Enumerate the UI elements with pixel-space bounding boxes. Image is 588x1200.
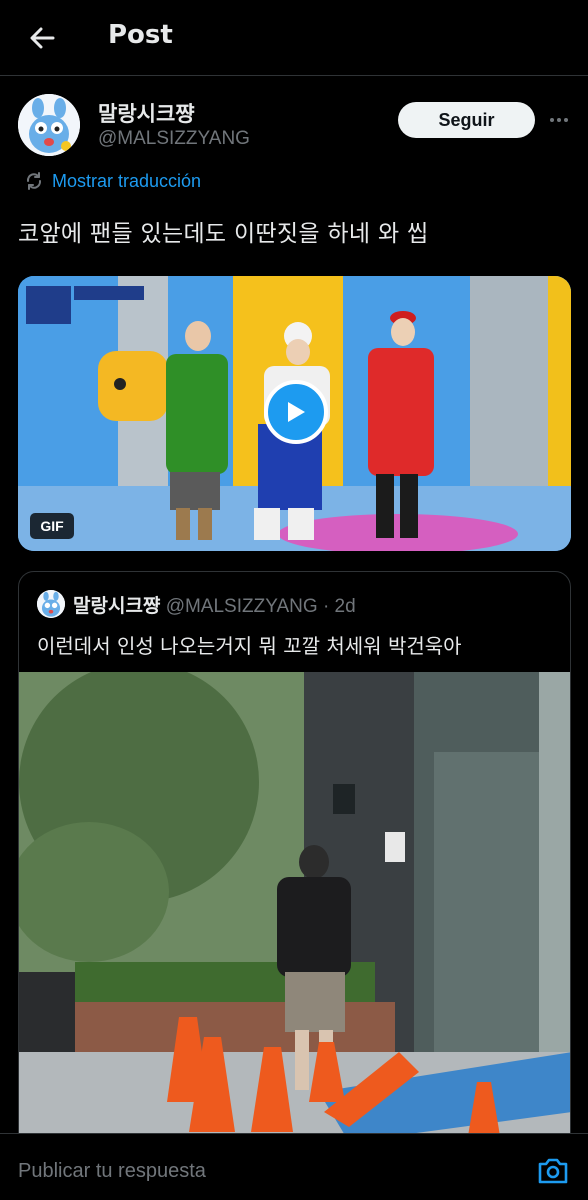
- mascot-avatar-image: [18, 94, 80, 156]
- post-author: 말랑시크쨩 @MALSIZZYANG Seguir: [18, 94, 570, 160]
- play-icon: [288, 402, 305, 422]
- more-dot: [557, 118, 561, 122]
- street-scene-image: [19, 672, 570, 1170]
- avatar[interactable]: [18, 94, 80, 156]
- post-text: 코앞에 팬들 있는데도 이딴짓을 하네 와 씹: [18, 221, 429, 247]
- top-bar: Post: [0, 0, 588, 76]
- back-button[interactable]: [22, 18, 62, 58]
- more-dots-icon: [550, 118, 554, 122]
- quoted-post[interactable]: 말랑시크쨩 @MALSIZZYANG · 2d 이런데서 인성 나오는거지 뭐 …: [18, 571, 571, 1171]
- follow-button[interactable]: Seguir: [398, 102, 535, 138]
- translate-icon: [26, 172, 42, 190]
- post-gif-media[interactable]: GIF: [18, 276, 571, 551]
- camera-button[interactable]: [537, 1156, 569, 1186]
- play-button[interactable]: [264, 380, 328, 444]
- quoted-post-text: 이런데서 인성 나오는거지 뭐 꼬깔 처세워 박건욱아: [37, 634, 462, 658]
- quoted-post-media[interactable]: [19, 672, 570, 1170]
- reply-composer: Publicar tu respuesta: [0, 1133, 588, 1200]
- show-translation-label: Mostrar traducción: [52, 170, 202, 191]
- gif-badge: GIF: [30, 513, 74, 539]
- more-dot: [564, 118, 568, 122]
- author-name[interactable]: 말랑시크쨩: [98, 98, 195, 128]
- page-title: Post: [108, 20, 173, 50]
- reply-input[interactable]: Publicar tu respuesta: [18, 1160, 206, 1183]
- quoted-author-handle: @MALSIZZYANG: [165, 596, 318, 617]
- arrow-left-icon: [30, 27, 55, 49]
- quoted-post-time: 2d: [334, 596, 356, 617]
- avatar[interactable]: [37, 590, 65, 618]
- quoted-post-meta: 말랑시크쨩 @MALSIZZYANG · 2d: [73, 591, 356, 618]
- camera-icon: [538, 1158, 568, 1184]
- more-options-button[interactable]: [545, 106, 573, 134]
- show-translation-link[interactable]: Mostrar traducción: [24, 170, 201, 192]
- quoted-author-name: 말랑시크쨩: [73, 595, 161, 617]
- author-handle[interactable]: @MALSIZZYANG: [98, 128, 250, 150]
- meta-separator: ·: [322, 596, 330, 617]
- mascot-avatar-image: [37, 590, 65, 618]
